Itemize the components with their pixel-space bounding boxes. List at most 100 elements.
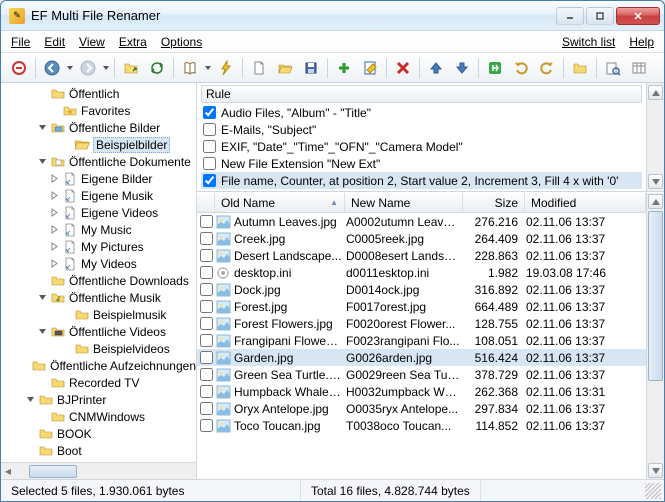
file-row[interactable]: Forest Flowers.jpgF0020orest Flower...12… [197,315,646,332]
file-row[interactable]: Creek.jpgC0005reek.jpg264.40902.11.06 13… [197,230,646,247]
file-row[interactable]: Desert Landscape...D0008esert Landsc...2… [197,247,646,264]
resize-grip[interactable] [645,483,661,499]
stop-button[interactable] [7,56,31,80]
file-checkbox[interactable] [200,402,213,415]
files-vscroll-thumb[interactable] [648,211,663,381]
rule-checkbox[interactable] [203,140,216,153]
tree-node[interactable]: Öffentliche Dokumente [1,153,196,170]
menu-file[interactable]: File [11,35,30,49]
edit-rule-button[interactable] [358,56,382,80]
col-old-name[interactable]: Old Name▲ [215,193,345,212]
move-down-button[interactable] [450,56,474,80]
tree-node[interactable]: Beispielbilder [1,136,196,153]
save-button[interactable] [299,56,323,80]
rules-header[interactable]: Rule [201,85,642,103]
col-modified[interactable]: Modified [525,193,646,212]
delete-button[interactable] [391,56,415,80]
collapse-icon[interactable] [37,122,48,133]
open-folder-button[interactable] [119,56,143,80]
collapse-icon[interactable] [37,326,48,337]
rule-row[interactable]: EXIF, "Date"_"Time"_"OFN"_"Camera Model" [201,138,642,155]
file-checkbox[interactable] [200,300,213,313]
tree-node[interactable]: Eigene Musik [1,187,196,204]
rule-checkbox[interactable] [203,174,216,187]
rule-checkbox[interactable] [203,106,216,119]
file-checkbox[interactable] [200,317,213,330]
lightning-button[interactable] [214,56,238,80]
tree-node[interactable]: CNMWindows [1,408,196,425]
file-checkbox[interactable] [200,334,213,347]
tree-node[interactable]: My Pictures [1,238,196,255]
file-row[interactable]: desktop.inid0011esktop.ini1.98219.03.08 … [197,264,646,281]
file-row[interactable]: Garden.jpgG0026arden.jpg516.42402.11.06 … [197,349,646,366]
tree-hscroll-thumb[interactable] [29,465,77,478]
file-row[interactable]: Dock.jpgD0014ock.jpg316.89202.11.06 13:3… [197,281,646,298]
file-row[interactable]: Frangipani Flowers...F0023rangipani Flo.… [197,332,646,349]
expand-icon[interactable] [49,173,60,184]
new-file-button[interactable] [247,56,271,80]
expand-icon[interactable] [49,224,60,235]
col-size[interactable]: Size [463,193,525,212]
tree-node[interactable]: BJPrinter [1,391,196,408]
files-header[interactable]: Old Name▲ New Name Size Modified [197,193,646,213]
titlebar[interactable]: ✎ EF Multi File Renamer [1,1,664,31]
menu-view[interactable]: View [79,35,105,49]
folder-button[interactable] [568,56,592,80]
tree-node[interactable]: Recorded TV [1,374,196,391]
tree-node[interactable]: Eigene Videos [1,204,196,221]
undo-button[interactable] [509,56,533,80]
tree-node[interactable]: Öffentliche Bilder [1,119,196,136]
tree-hscrollbar[interactable]: ◂ [1,462,196,479]
tree-node[interactable]: My Videos [1,255,196,272]
execute-button[interactable] [483,56,507,80]
file-checkbox[interactable] [200,368,213,381]
col-new-name[interactable]: New Name [345,193,463,212]
rule-row[interactable]: E-Mails, "Subject" [201,121,642,138]
tree-node[interactable]: Öffentliche Downloads [1,272,196,289]
file-checkbox[interactable] [200,351,213,364]
scroll-down-icon[interactable] [648,174,663,189]
expand-icon[interactable] [49,241,60,252]
tree-node[interactable]: Öffentliche Videos [1,323,196,340]
menu-switch-list[interactable]: Switch list [562,35,615,49]
rule-checkbox[interactable] [203,123,216,136]
scroll-up-icon[interactable] [648,85,663,100]
file-checkbox[interactable] [200,249,213,262]
menu-help[interactable]: Help [629,35,654,49]
rule-row[interactable]: File name, Counter, at position 2, Start… [201,172,642,189]
scroll-down-icon[interactable] [648,463,663,478]
move-up-button[interactable] [424,56,448,80]
expand-icon[interactable] [49,190,60,201]
col-checkbox[interactable] [197,193,215,212]
book-button[interactable] [178,56,202,80]
menu-extra[interactable]: Extra [119,35,147,49]
collapse-icon[interactable] [25,394,36,405]
maximize-button[interactable] [586,7,614,25]
tree-node[interactable]: Öffentliche Musik [1,289,196,306]
tree-node[interactable]: Boot [1,442,196,459]
tree-node[interactable]: BOOK [1,425,196,442]
refresh-button[interactable] [145,56,169,80]
tree-node[interactable]: Öffentlich [1,85,196,102]
nav-back-dropdown[interactable] [66,56,74,80]
file-row[interactable]: Humpback Whale.jpgH0032umpback Wh...262.… [197,383,646,400]
file-checkbox[interactable] [200,266,213,279]
files-vscrollbar[interactable] [646,193,664,479]
tree-node[interactable]: Beispielmusik [1,306,196,323]
nav-forward-button[interactable] [76,56,100,80]
expand-icon[interactable] [49,258,60,269]
tree-node[interactable]: Öffentliche Aufzeichnungen [1,357,196,374]
redo-button[interactable] [535,56,559,80]
tree-node[interactable]: My Music [1,221,196,238]
file-row[interactable]: Toco Toucan.jpgT0038oco Toucan...114.852… [197,417,646,434]
file-row[interactable]: Oryx Antelope.jpgO0035ryx Antelope...297… [197,400,646,417]
folder-tree[interactable]: ÖffentlichFavoritesÖffentliche BilderBei… [1,83,196,462]
rule-row[interactable]: Audio Files, "Album" - "Title" [201,104,642,121]
rule-checkbox[interactable] [203,157,216,170]
collapse-icon[interactable] [37,292,48,303]
menu-edit[interactable]: Edit [44,35,65,49]
open-file-button[interactable] [273,56,297,80]
tree-node[interactable]: Favorites [1,102,196,119]
minimize-button[interactable] [556,7,584,25]
file-checkbox[interactable] [200,232,213,245]
